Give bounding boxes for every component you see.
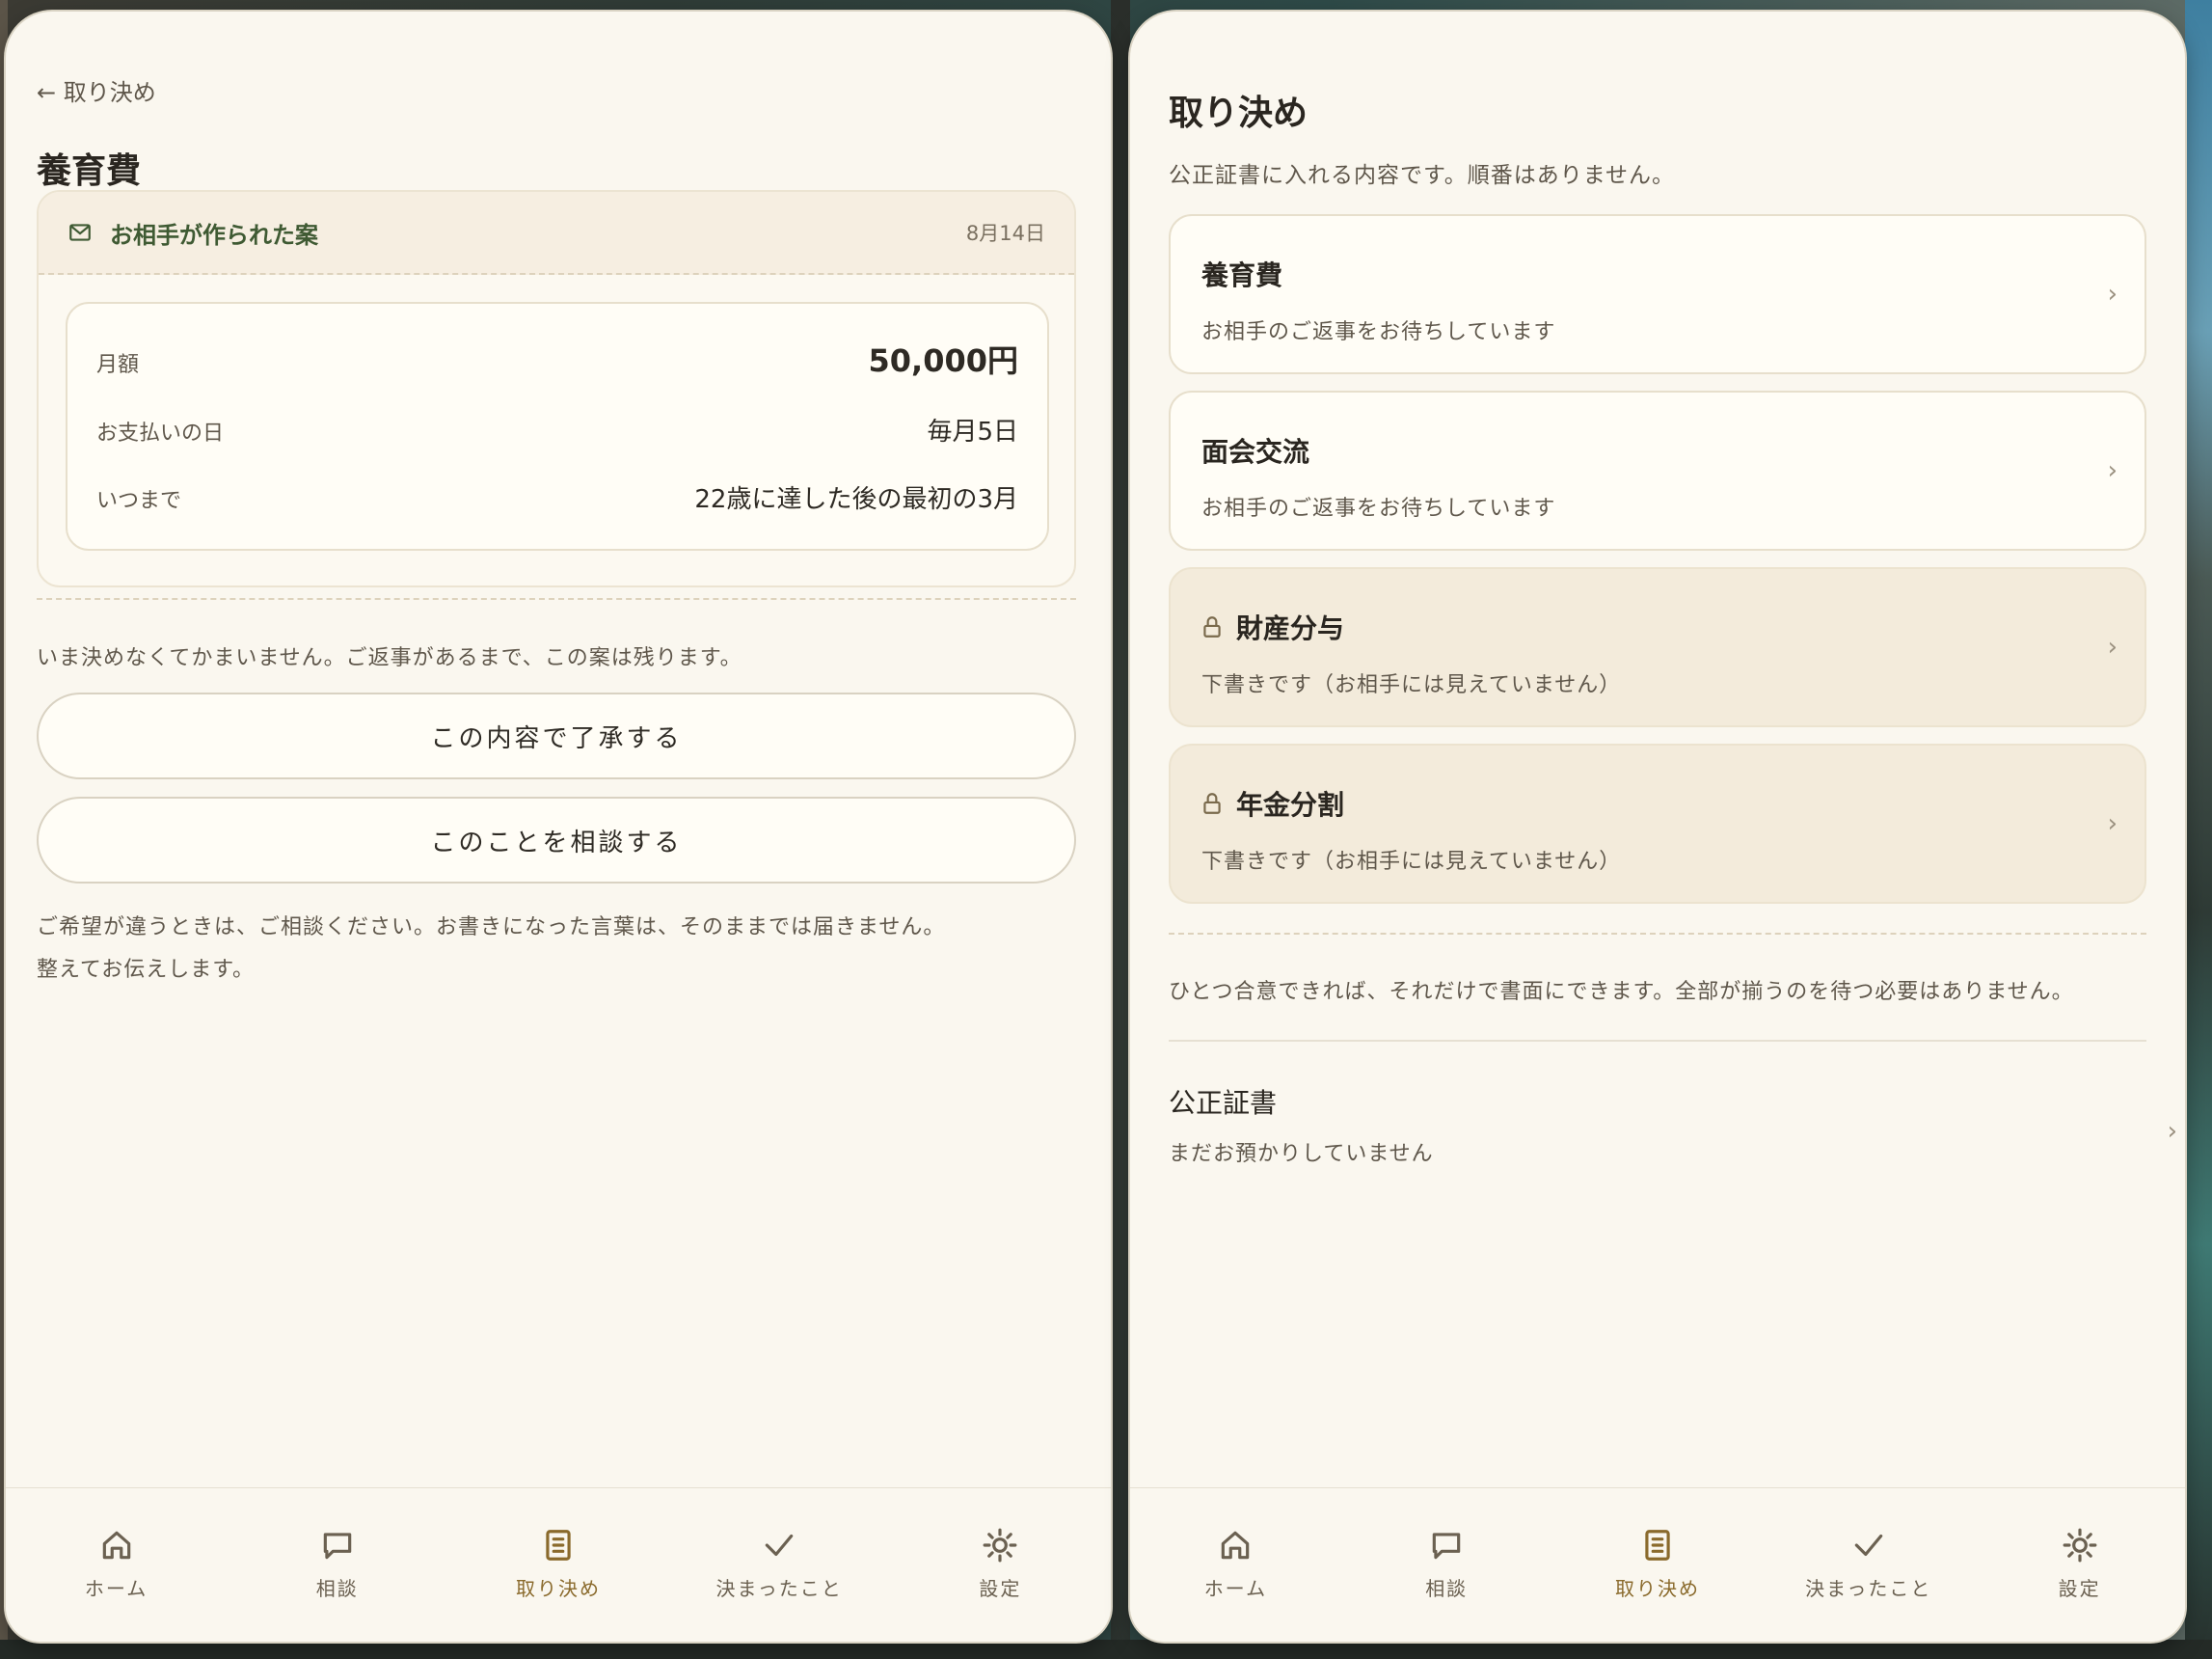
divider <box>1169 933 2146 935</box>
chevron-right-icon: › <box>2107 809 2118 838</box>
detail-value: 50,000円 <box>868 342 1019 379</box>
chevron-right-icon: › <box>2107 280 2118 309</box>
notarial-document-row[interactable]: 公正証書 まだお預かりしていません › <box>1169 1082 2177 1198</box>
tab-home[interactable]: ホーム <box>30 1527 203 1601</box>
tab-settings[interactable]: 設定 <box>1993 1527 2167 1601</box>
desktop-background <box>1111 0 1130 1659</box>
document-icon <box>546 1530 571 1561</box>
proposal-from: お相手が作られた案 <box>110 221 318 249</box>
divider <box>1169 1040 2146 1042</box>
tab-decided[interactable]: 決まったこと <box>692 1527 866 1601</box>
proposal-date: 8月14日 <box>965 222 1045 245</box>
detail-key: お支払いの日 <box>96 422 225 446</box>
tab-decided[interactable]: 決まったこと <box>1782 1527 1956 1601</box>
document-status: まだお預かりしていません <box>1169 1142 1434 1166</box>
pending-note: いま決めなくてかまいません。ご返事があるまで、この案は残ります。 <box>37 646 742 670</box>
card-status: 下書きです（お相手には見えていません） <box>1201 673 1622 697</box>
lock-icon <box>1203 793 1221 814</box>
card-title-text: 面会交流 <box>1201 436 1310 468</box>
footer-note-line: 整えてお伝えします。 <box>37 958 256 982</box>
proposal-card: お相手が作られた案 8月14日 月額 50,000円 お支払いの日 毎月5日 い… <box>37 190 1076 587</box>
detail-row-payment-day: お支払いの日 毎月5日 <box>96 412 1018 448</box>
card-title: 年金分割 <box>1201 784 1344 823</box>
tab-label: 決まったこと <box>1805 1577 1932 1600</box>
card-title: 面会交流 <box>1201 431 1309 470</box>
detail-window: ← 取り決め 養育費 お相手が作られた案 8月14日 月額 50,000円 お支… <box>6 12 1111 1642</box>
home-icon <box>102 1531 130 1560</box>
desktop-background <box>2185 0 2212 1659</box>
footer-note: ご希望が違うときは、ご相談ください。お書きになった言葉は、そのままでは届きません… <box>37 907 1076 992</box>
tab-label: 設定 <box>979 1577 1022 1600</box>
detail-row-monthly: 月額 50,000円 <box>96 337 1018 381</box>
home-icon <box>1222 1531 1250 1560</box>
proposal-details: 月額 50,000円 お支払いの日 毎月5日 いつまで 22歳に達した後の最初の… <box>66 302 1049 551</box>
card-status: 下書きです（お相手には見えていません） <box>1201 850 1622 874</box>
card-title-text: 財産分与 <box>1236 612 1345 644</box>
tab-label: 決まったこと <box>715 1577 843 1600</box>
tab-bar: ホーム 相談 取り決め 決まったこと 設定 <box>6 1487 1111 1642</box>
tab-bar: ホーム 相談 取り決め 決まったこと 設定 <box>1130 1487 2185 1642</box>
detail-value: 毎月5日 <box>927 418 1018 447</box>
tab-arrangements[interactable]: 取り決め <box>472 1527 645 1601</box>
tab-label: 取り決め <box>1614 1577 1700 1600</box>
detail-value: 22歳に達した後の最初の3月 <box>694 485 1018 514</box>
detail-row-until: いつまで 22歳に達した後の最初の3月 <box>96 479 1018 515</box>
card-title-text: 養育費 <box>1201 259 1283 291</box>
tab-consult[interactable]: 相談 <box>251 1527 424 1601</box>
check-icon <box>765 1534 794 1557</box>
chevron-right-icon: › <box>2167 1117 2177 1146</box>
proposal-header: お相手が作られた案 8月14日 <box>39 192 1074 275</box>
document-title: 公正証書 <box>1169 1087 1278 1119</box>
divider <box>37 598 1076 600</box>
chevron-right-icon: › <box>2107 456 2118 485</box>
desktop-background <box>0 1640 2212 1659</box>
agreement-note: ひとつ合意できれば、それだけで書面にできます。全部が揃うのを待つ必要はありません… <box>1169 980 2074 1004</box>
tab-label: 設定 <box>2058 1577 2101 1600</box>
tab-label: ホーム <box>1203 1577 1268 1600</box>
tab-consult[interactable]: 相談 <box>1360 1527 1533 1601</box>
card-status: お相手のご返事をお待ちしています <box>1201 320 1556 344</box>
card-title: 養育費 <box>1201 255 1282 293</box>
page-subtitle: 公正証書に入れる内容です。順番はありません。 <box>1169 163 1676 188</box>
detail-key: 月額 <box>96 353 140 377</box>
sun-gear-icon <box>983 1528 1017 1563</box>
detail-key: いつまで <box>96 489 182 513</box>
list-window: 取り決め 公正証書に入れる内容です。順番はありません。 養育費 お相手のご返事を… <box>1130 12 2185 1642</box>
tab-label: 相談 <box>315 1577 359 1600</box>
tab-label: ホーム <box>84 1577 148 1600</box>
lock-icon <box>1203 616 1221 638</box>
card-title-text: 年金分割 <box>1236 789 1345 821</box>
arrangement-card-pension-split[interactable]: 年金分割 下書きです（お相手には見えていません） › <box>1169 744 2146 904</box>
consult-button[interactable]: このことを相談する <box>37 797 1076 884</box>
card-status: お相手のご返事をお待ちしています <box>1201 497 1556 521</box>
footer-note-line: ご希望が違うときは、ご相談ください。お書きになった言葉は、そのままでは届きません… <box>37 915 946 939</box>
arrangement-card-child-support[interactable]: 養育費 お相手のご返事をお待ちしています › <box>1169 214 2146 374</box>
tab-arrangements[interactable]: 取り決め <box>1571 1527 1744 1601</box>
tab-label: 相談 <box>1425 1577 1469 1600</box>
page-title: 養育費 <box>37 151 142 191</box>
card-title: 財産分与 <box>1201 608 1344 646</box>
chat-icon <box>323 1533 352 1560</box>
check-icon <box>1854 1534 1883 1557</box>
mail-icon <box>69 224 91 241</box>
chat-icon <box>1432 1533 1461 1560</box>
document-icon <box>1645 1530 1670 1561</box>
sun-gear-icon <box>2063 1528 2096 1563</box>
chevron-right-icon: › <box>2107 633 2118 662</box>
tab-home[interactable]: ホーム <box>1148 1527 1322 1601</box>
tab-settings[interactable]: 設定 <box>913 1527 1087 1601</box>
accept-button[interactable]: この内容で了承する <box>37 693 1076 779</box>
arrangement-card-property-division[interactable]: 財産分与 下書きです（お相手には見えていません） › <box>1169 567 2146 727</box>
back-link[interactable]: ← 取り決め <box>37 73 156 107</box>
tab-label: 取り決め <box>515 1577 601 1600</box>
arrangement-card-visitation[interactable]: 面会交流 お相手のご返事をお待ちしています › <box>1169 391 2146 551</box>
page-title: 取り決め <box>1169 94 1308 133</box>
